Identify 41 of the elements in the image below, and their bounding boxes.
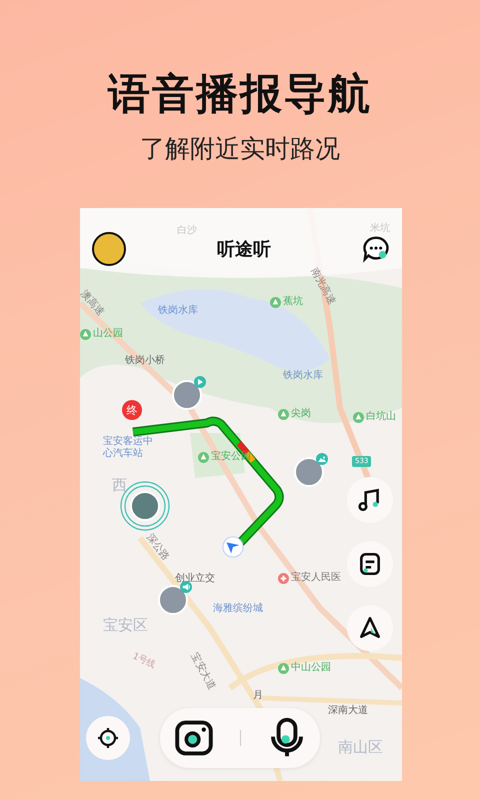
- image-badge-icon: [316, 453, 328, 465]
- place-label: 宝安人民医: [291, 572, 341, 584]
- road-label: 南光高速: [308, 266, 338, 308]
- subheadline: 了解附近实时路况: [140, 134, 340, 164]
- place-label: 宝安客运中心汽车站: [103, 436, 153, 460]
- place-label: 米坑: [370, 223, 390, 235]
- chat-icon[interactable]: [362, 235, 390, 263]
- district-label: 宝安区: [103, 616, 148, 634]
- tree-pin-icon: [278, 662, 289, 674]
- app-title: 听途听: [217, 238, 271, 261]
- tree-pin-icon: [353, 412, 364, 422]
- park-label: 宝安公园: [211, 451, 251, 463]
- district-label: 西: [112, 476, 127, 494]
- park-label: 中山公园: [291, 662, 331, 674]
- target-icon: [96, 726, 120, 750]
- park-label: 蕉坑: [283, 296, 303, 308]
- navigation-arrow-icon: [357, 615, 383, 641]
- sound-badge-icon: [180, 581, 192, 593]
- park-label: 山公园: [93, 328, 123, 340]
- park-label: 白坑山: [366, 411, 396, 423]
- headline: 语音播报导航: [108, 68, 372, 120]
- park-label: 尖岗: [291, 408, 311, 420]
- place-label: 铁岗水库: [283, 370, 323, 382]
- place-label: 海雅缤纷城: [213, 603, 263, 615]
- place-label: 创业立交: [175, 573, 215, 585]
- tree-pin-icon: [270, 296, 281, 308]
- tree-pin-icon: [198, 452, 209, 462]
- district-label: 南山区: [338, 738, 383, 756]
- place-label: 铁岗小桥: [125, 355, 165, 367]
- place-label: 铁岗水库: [158, 305, 198, 317]
- road-label: 深公路: [143, 532, 172, 564]
- place-label: 深南大道: [328, 705, 368, 717]
- place-label: 白沙: [177, 225, 197, 237]
- note-icon: [357, 551, 383, 577]
- metro-line-label: 1号线: [130, 650, 158, 672]
- play-badge-icon: [194, 376, 206, 388]
- cross-icon: [278, 572, 289, 584]
- place-label: 月: [253, 690, 263, 702]
- tree-pin-icon: [278, 408, 289, 420]
- tree-pin-icon: [80, 328, 91, 340]
- road-label: 宝安大道: [188, 651, 218, 692]
